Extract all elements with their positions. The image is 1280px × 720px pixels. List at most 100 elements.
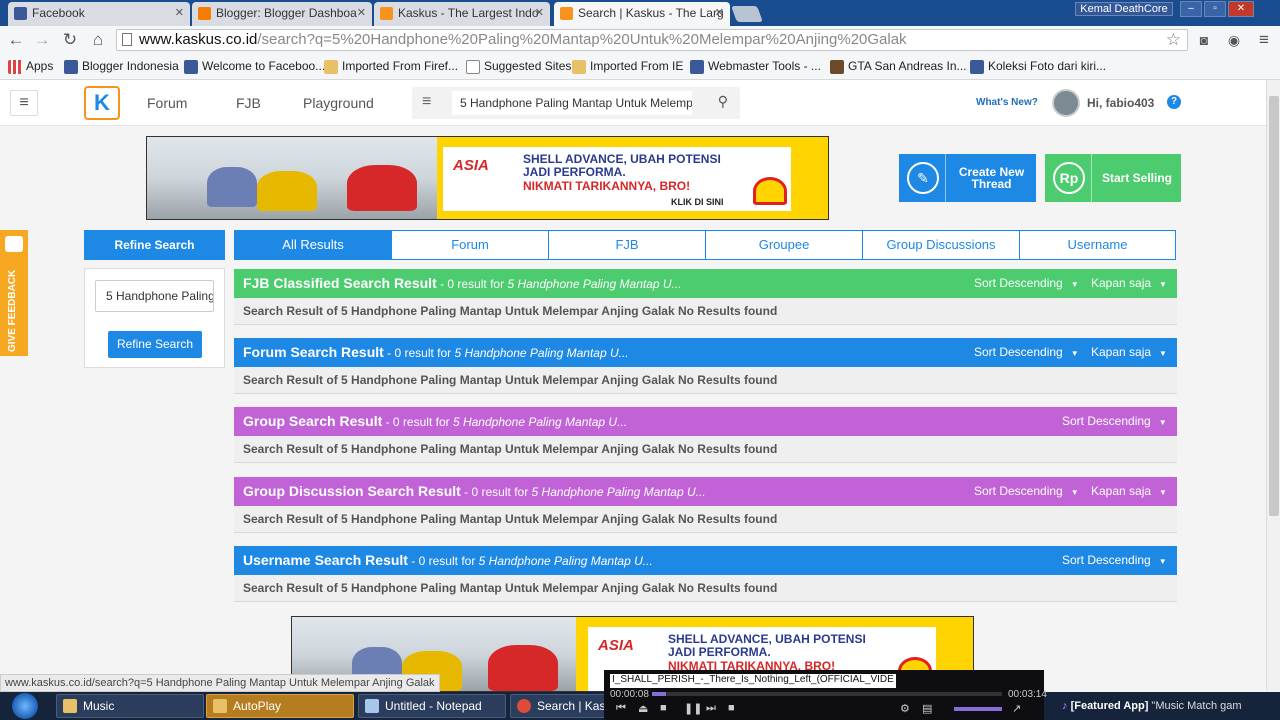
stop-icon[interactable]: ■ [660, 702, 667, 714]
bookmark-webmaster-tools[interactable]: Webmaster Tools - ... [690, 59, 821, 74]
bookmark-apps[interactable]: Apps [8, 59, 53, 74]
chevron-down-icon: ▼ [1158, 557, 1167, 566]
sort-dropdown[interactable]: Sort Descending ▼ [1062, 553, 1167, 567]
result-title: Group Discussion Search Result [243, 483, 461, 499]
blogger-favicon-icon [198, 7, 211, 20]
pause-icon[interactable]: ❚❚ [684, 702, 702, 715]
give-feedback-tab[interactable]: GIVE FEEDBACK [0, 230, 28, 356]
volume-slider[interactable] [954, 707, 1002, 711]
refine-search-button[interactable]: Refine Search [108, 331, 202, 358]
settings-icon[interactable]: ⚙ [900, 702, 910, 715]
eject-icon[interactable]: ⏏ [638, 702, 648, 715]
playlist-icon[interactable]: ▤ [922, 702, 932, 715]
taskbar-item-notepad[interactable]: Untitled - Notepad [358, 694, 506, 718]
chevron-down-icon: ▼ [1070, 488, 1079, 497]
time-dropdown[interactable]: Kapan saja ▼ [1091, 484, 1167, 498]
tab-all-results[interactable]: All Results [234, 230, 392, 260]
help-icon[interactable]: ? [1167, 95, 1181, 109]
time-label: Kapan saja [1091, 484, 1152, 498]
time-dropdown[interactable]: Kapan saja ▼ [1091, 345, 1167, 359]
previous-icon[interactable]: ⏮ [616, 702, 626, 715]
banner-cta[interactable]: KLIK DI SINI [671, 197, 724, 207]
browser-tab-blogger[interactable]: Blogger: Blogger Dashboa ✕ [192, 2, 372, 26]
minimize-button[interactable]: ‒ [1180, 1, 1202, 17]
bookmark-star-icon[interactable]: ☆ [1166, 30, 1181, 50]
extension-icon[interactable]: ◉ [1224, 30, 1244, 50]
home-icon[interactable]: ⌂ [88, 30, 108, 50]
tab-fjb[interactable]: FJB [548, 230, 706, 260]
create-thread-button[interactable]: ✎ Create New Thread [899, 154, 1036, 202]
sort-label: Sort Descending [974, 484, 1063, 498]
address-bar[interactable]: www.kaskus.co.id/search?q=5%20Handphone%… [116, 29, 1188, 51]
new-tab-button[interactable] [731, 6, 763, 22]
bookmark-gta-san-andreas[interactable]: GTA San Andreas In... [830, 59, 967, 74]
bookmark-imported-firefox[interactable]: Imported From Firef... [324, 59, 458, 74]
next-icon[interactable]: ⏭ [706, 702, 716, 715]
tab-forum[interactable]: Forum [391, 230, 549, 260]
window-close-button[interactable]: ✕ [1228, 1, 1254, 17]
taskbar-label: Music [83, 699, 115, 713]
browser-tab-search-kaskus[interactable]: Search | Kaskus - The Larg ✕ [554, 2, 730, 26]
user-greeting[interactable]: Hi, fabio403 [1087, 96, 1154, 110]
sort-dropdown[interactable]: Sort Descending ▼ [974, 345, 1079, 359]
reload-icon[interactable]: ↻ [60, 30, 80, 50]
close-icon[interactable]: ✕ [175, 6, 184, 19]
browser-tab-kaskus[interactable]: Kaskus - The Largest Indo ✕ [374, 2, 550, 26]
result-body: Search Result of 5 Handphone Paling Mant… [234, 298, 1177, 325]
back-arrow-icon[interactable]: ← [6, 30, 26, 50]
avatar[interactable] [1052, 89, 1080, 117]
bookmark-welcome-facebook[interactable]: Welcome to Faceboo... [184, 59, 325, 74]
seek-bar[interactable] [652, 692, 1002, 696]
start-button[interactable] [4, 692, 48, 720]
start-selling-button[interactable]: Rp Start Selling [1045, 154, 1181, 202]
button-divider [945, 154, 946, 202]
banner-racing-image [147, 137, 437, 219]
search-filter-menu-icon[interactable]: ≡ [422, 93, 431, 111]
search-input[interactable] [452, 91, 692, 115]
taskbar-item-music[interactable]: Music [56, 694, 204, 718]
close-icon[interactable]: ✕ [357, 6, 366, 19]
sort-dropdown[interactable]: Sort Descending ▼ [974, 484, 1079, 498]
bookmark-koleksi-foto[interactable]: Koleksi Foto dari kiri... [970, 59, 1106, 74]
search-icon[interactable]: ⚲ [718, 93, 728, 110]
window-user-badge: Kemal DeathCore [1075, 2, 1173, 16]
expand-icon[interactable]: ↗ [1012, 702, 1021, 715]
maximize-button[interactable]: ▫ [1204, 1, 1226, 17]
featured-app-ticker[interactable]: ♪ [Featured App] "Music Match gam [1062, 700, 1242, 712]
sidebar-menu-icon[interactable]: ≡ [10, 90, 38, 116]
forward-arrow-icon[interactable]: → [32, 30, 52, 50]
result-header: Username Search Result - 0 result for 5 … [234, 546, 1177, 575]
tab-groupee[interactable]: Groupee [705, 230, 863, 260]
bookmark-blogger-indonesia[interactable]: Blogger Indonesia [64, 59, 179, 74]
nav-forum[interactable]: Forum [147, 95, 187, 111]
tab-group-discussions[interactable]: Group Discussions [862, 230, 1020, 260]
bookmark-label: GTA San Andreas In... [848, 59, 967, 73]
close-icon[interactable]: ✕ [535, 6, 544, 19]
camera-extension-icon[interactable]: ◙ [1194, 30, 1214, 50]
nav-playground[interactable]: Playground [303, 95, 374, 111]
time-dropdown[interactable]: Kapan saja ▼ [1091, 276, 1167, 290]
banner-racebike-image [347, 165, 417, 211]
sort-dropdown[interactable]: Sort Descending ▼ [1062, 414, 1167, 428]
sort-dropdown[interactable]: Sort Descending ▼ [974, 276, 1079, 290]
result-header: Forum Search Result - 0 result for 5 Han… [234, 338, 1177, 367]
bookmark-imported-ie[interactable]: Imported From IE [572, 59, 683, 74]
page-scrollbar[interactable] [1266, 80, 1280, 690]
top-ad-banner[interactable]: ASIA SHELL ADVANCE, UBAH POTENSI JADI PE… [146, 136, 829, 220]
refine-search-input[interactable] [95, 280, 214, 312]
taskbar-item-autoplay[interactable]: AutoPlay [206, 694, 354, 718]
browser-tab-facebook[interactable]: Facebook ✕ [8, 2, 190, 26]
tab-username[interactable]: Username [1019, 230, 1176, 260]
stop-square-icon[interactable]: ■ [728, 702, 735, 714]
kaskus-logo[interactable]: K [84, 86, 120, 120]
nav-fjb[interactable]: FJB [236, 95, 261, 111]
facebook-icon [184, 60, 198, 74]
taskbar-item-chrome[interactable]: Search | Kaskus - ... [510, 694, 606, 718]
notepad-icon [365, 699, 379, 713]
sort-label: Sort Descending [974, 345, 1063, 359]
close-icon[interactable]: ✕ [715, 6, 724, 19]
scrollbar-thumb[interactable] [1269, 96, 1279, 516]
menu-icon[interactable]: ≡ [1254, 30, 1274, 50]
whats-new-link[interactable]: What's New? [976, 97, 1038, 108]
bookmark-suggested-sites[interactable]: Suggested Sites [466, 59, 571, 74]
